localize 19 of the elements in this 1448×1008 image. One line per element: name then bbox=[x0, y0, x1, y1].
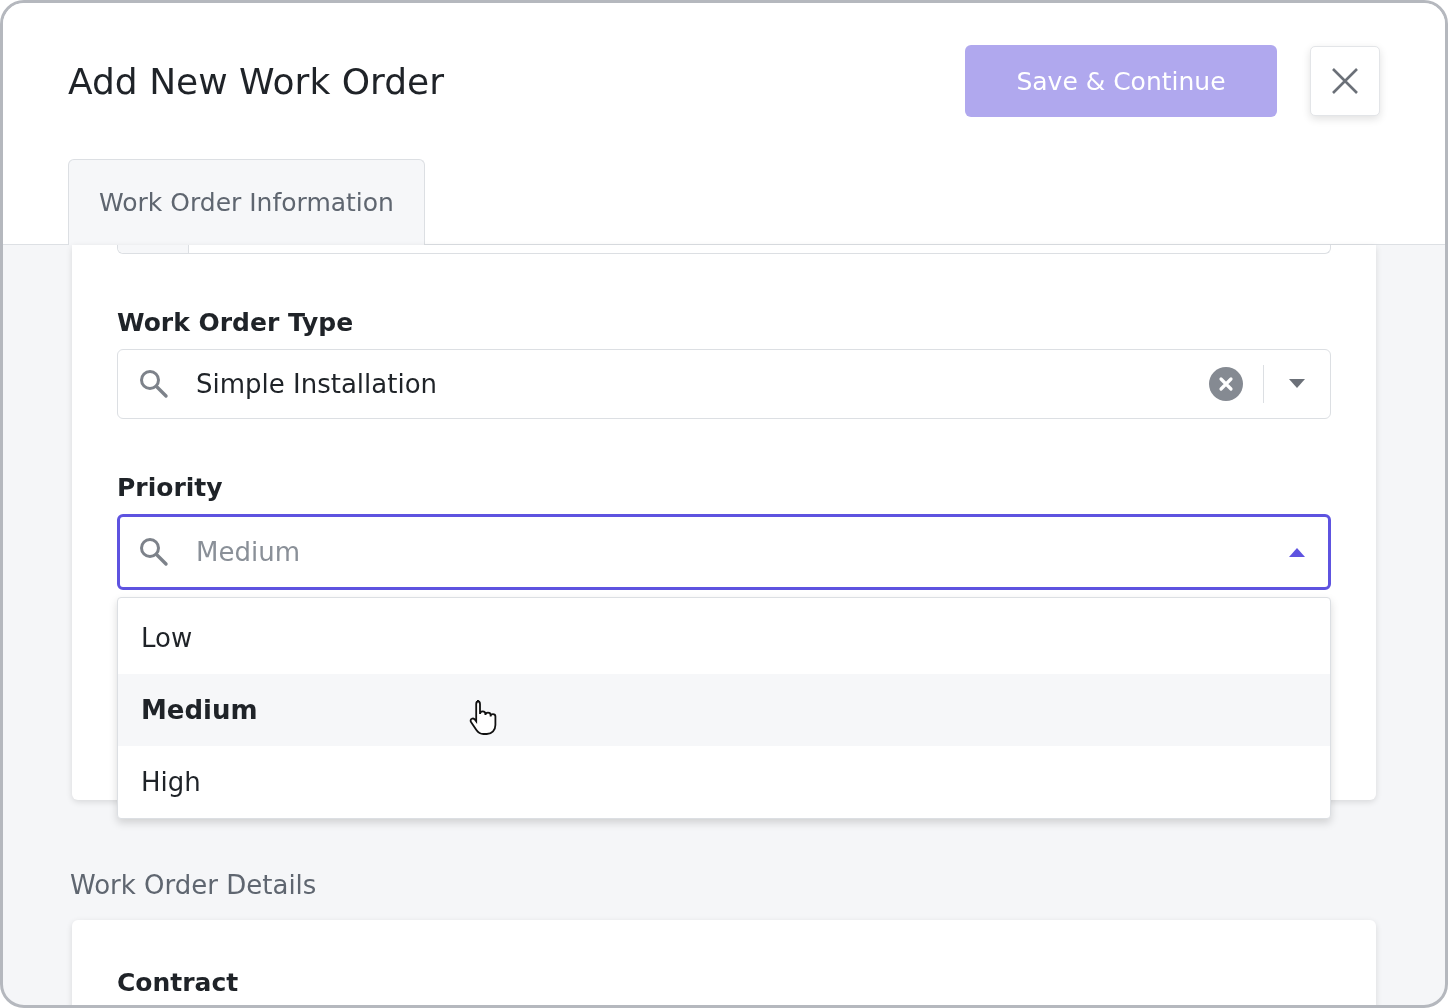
select-placeholder: Medium bbox=[196, 537, 300, 567]
field-label: Work Order Type bbox=[117, 308, 355, 337]
tab[interactable]: Work Order Information bbox=[68, 159, 425, 245]
caret-icon[interactable] bbox=[1288, 379, 1306, 389]
dropdown-option[interactable]: Medium bbox=[118, 674, 1330, 746]
clear-icon[interactable] bbox=[1209, 367, 1243, 401]
select-field[interactable]: Simple Installation bbox=[117, 349, 1331, 419]
close-button[interactable] bbox=[1310, 46, 1380, 116]
search-icon bbox=[138, 536, 170, 568]
caret-icon[interactable] bbox=[1288, 547, 1306, 557]
close-icon bbox=[1331, 67, 1359, 95]
search-icon bbox=[138, 368, 170, 400]
dropdown-option[interactable]: High bbox=[118, 746, 1330, 818]
field-label: Contract bbox=[117, 968, 240, 997]
select-value: Simple Installation bbox=[196, 369, 438, 399]
section-title: Work Order Details bbox=[70, 870, 318, 900]
field-label: Priority bbox=[117, 473, 224, 502]
dialog-title: Add New Work Order bbox=[68, 60, 444, 102]
dropdown-option[interactable]: Low bbox=[118, 602, 1330, 674]
